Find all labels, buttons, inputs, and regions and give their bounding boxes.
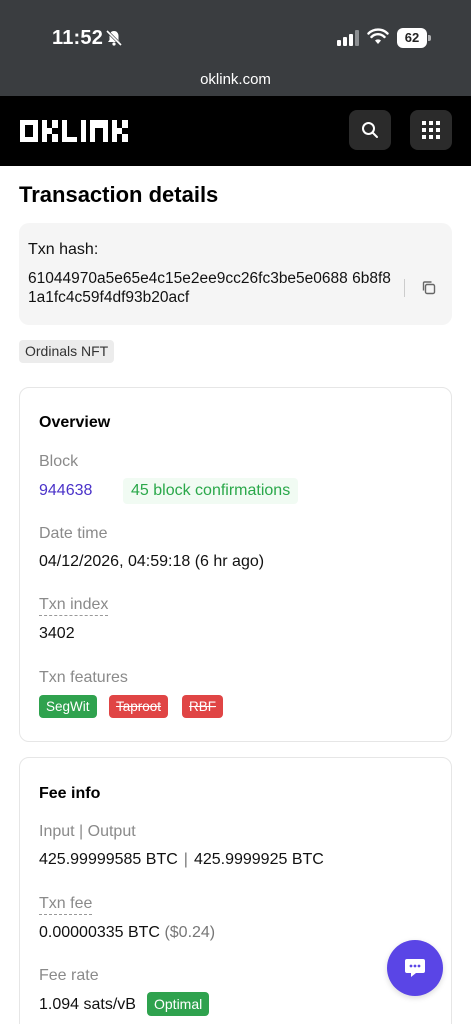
search-button[interactable] (349, 110, 391, 150)
grid-menu-icon (422, 121, 440, 139)
block-number-link[interactable]: 944638 (39, 482, 92, 500)
txn-fee-label[interactable]: Txn fee (39, 895, 93, 915)
io-separator: | (183, 851, 188, 868)
fee-info-card: Fee info Input | Output 425.99999585 BTC… (19, 757, 452, 1024)
txn-hash-label: Txn hash: (28, 241, 99, 258)
confirmations-badge: 45 block confirmations (123, 478, 299, 504)
url-bar[interactable]: oklink.com (0, 71, 471, 88)
fee-rate-label: Fee rate (39, 967, 99, 984)
menu-button[interactable] (410, 110, 452, 150)
feature-taproot-badge: Taproot (109, 695, 169, 718)
optimal-badge: Optimal (147, 992, 210, 1016)
bell-muted-icon (105, 29, 123, 47)
site-header (0, 96, 471, 166)
divider (404, 279, 405, 297)
battery-indicator: 62 (397, 28, 431, 48)
chat-icon (405, 959, 425, 977)
fee-rate-value: 1.094 sats/vB (39, 996, 136, 1013)
ordinals-nft-tag: Ordinals NFT (19, 340, 115, 363)
wifi-icon (367, 28, 389, 44)
input-output-value: 425.99999585 BTC | 425.9999925 BTC (39, 851, 324, 869)
txn-fee-usd: ($0.24) (164, 924, 216, 941)
status-bar: 11:52 62 oklink.com (0, 0, 471, 96)
search-icon (362, 122, 378, 138)
oklink-logo[interactable] (20, 120, 146, 142)
txn-features-label: Txn features (39, 669, 128, 686)
output-value: 425.9999925 BTC (193, 851, 324, 868)
battery-tip (428, 35, 431, 41)
input-value: 425.99999585 BTC (39, 851, 178, 868)
status-time: 11:52 (52, 27, 104, 49)
feature-segwit-badge: SegWit (39, 695, 97, 718)
txn-fee-value: 0.00000335 BTC ($0.24) (39, 924, 215, 942)
input-output-label: Input | Output (39, 823, 136, 840)
fee-info-title: Fee info (39, 785, 101, 802)
txn-index-value: 3402 (39, 625, 75, 642)
block-label: Block (39, 453, 79, 470)
overview-title: Overview (39, 414, 111, 431)
txn-hash-box: Txn hash: 61044970a5e65e4c15e2ee9cc26fc3… (19, 223, 452, 325)
txn-hash-value: 61044970a5e65e4c15e2ee9cc26fc3be5e0688 6… (28, 270, 391, 306)
feature-rbf-badge: RBF (182, 695, 223, 718)
overview-card: Overview Block 944638 45 block confirmat… (19, 387, 452, 742)
txn-index-label[interactable]: Txn index (39, 596, 109, 616)
battery-level: 62 (397, 28, 427, 48)
page-title: Transaction details (19, 182, 219, 207)
chat-support-button[interactable] (387, 940, 443, 996)
date-time-value: 04/12/2026, 04:59:18 (6 hr ago) (39, 553, 265, 570)
copy-icon[interactable] (421, 280, 437, 296)
date-time-label: Date time (39, 525, 108, 542)
signal-icon (337, 30, 359, 46)
txn-fee-btc: 0.00000335 BTC (39, 924, 160, 941)
